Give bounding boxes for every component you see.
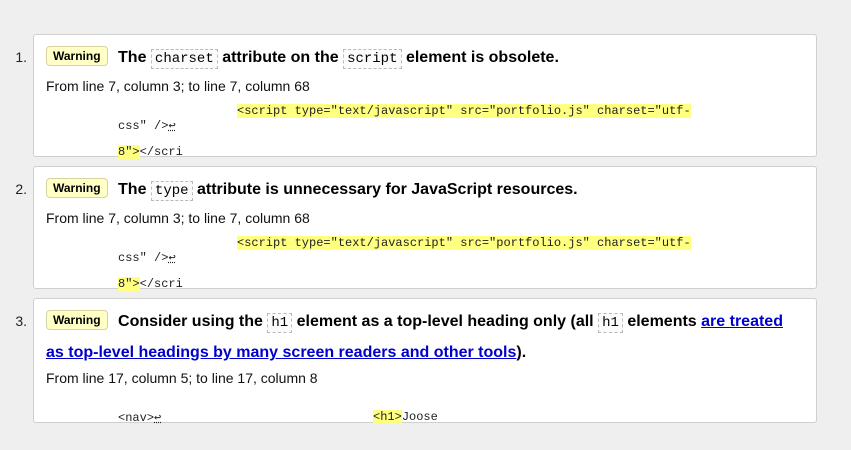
message-location: From line 17, column 5; to line 17, colu…	[46, 370, 318, 386]
source-extract: <nav>↩ <h1>Joose	[46, 396, 804, 425]
warning-badge: Warning	[46, 177, 108, 198]
code-charset: charset	[150, 49, 218, 69]
line-break-icon: ↩	[154, 411, 162, 425]
screen-readers-link[interactable]: as top-level headings by many screen rea…	[46, 344, 516, 361]
title-text: elements	[627, 313, 697, 330]
title-text: element as a top-level heading only (all	[296, 313, 594, 330]
extract-highlight: 8">	[118, 277, 140, 291]
message-card: Warning The type attribute is unnecessar…	[33, 166, 817, 291]
source-extract: css" />↩ <script type="text/javascript" …	[46, 104, 804, 159]
warning-badge: Warning	[46, 45, 108, 66]
title-text: The	[118, 181, 147, 198]
message-number: 3.	[15, 313, 27, 329]
extract-text: </scri	[139, 145, 183, 159]
source-extract: css" />↩ <script type="text/javascript" …	[46, 236, 804, 291]
message-title-continued: as top-level headings by many screen rea…	[46, 337, 806, 368]
warning-badge: Warning	[46, 309, 108, 330]
extract-text: </scri	[139, 277, 183, 291]
extract-text: <nav>	[118, 411, 155, 425]
message-number: 1.	[15, 49, 27, 65]
message-location: From line 7, column 3; to line 7, column…	[46, 78, 310, 94]
message-location: From line 7, column 3; to line 7, column…	[46, 210, 310, 226]
message-card: Warning Consider using the h1 element as…	[33, 298, 817, 425]
title-text: element is obsolete.	[405, 49, 559, 66]
message-title: Warning Consider using the h1 element as…	[46, 306, 806, 337]
message-card: Warning The charset attribute on the scr…	[33, 34, 817, 159]
validator-message-list: 1. Warning The charset attribute on the …	[0, 0, 851, 450]
extract-highlight: <script type="text/javascript" src="port…	[237, 236, 691, 250]
extract-highlight: <script type="text/javascript" src="port…	[237, 104, 691, 118]
code-h1: h1	[598, 313, 623, 333]
message-title: Warning The charset attribute on the scr…	[46, 42, 806, 73]
title-text: attribute is unnecessary for JavaScript …	[196, 181, 578, 198]
code-h1: h1	[267, 313, 293, 333]
title-text: ).	[516, 344, 527, 361]
extract-highlight: 8">	[118, 145, 140, 159]
screen-readers-link[interactable]: are treated	[701, 313, 783, 330]
extract-highlight: <h1>	[373, 410, 402, 424]
code-script: script	[343, 49, 402, 69]
title-text: The	[118, 49, 147, 66]
code-type: type	[150, 181, 193, 201]
message-title: Warning The type attribute is unnecessar…	[46, 174, 806, 205]
title-text: attribute on the	[222, 49, 339, 66]
title-text: Consider using the	[118, 313, 263, 330]
message-number: 2.	[15, 181, 27, 197]
extract-text: Joose	[401, 410, 438, 424]
